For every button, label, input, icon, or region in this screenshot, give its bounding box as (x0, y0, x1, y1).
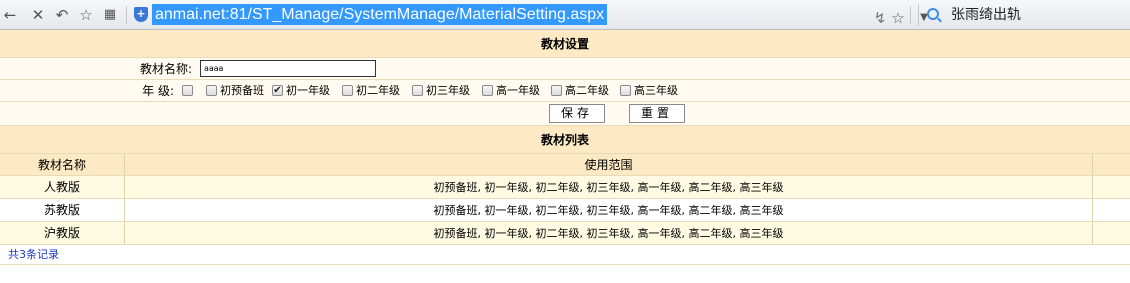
name-label: 教材名称: (139, 62, 192, 76)
bookmark-star-icon[interactable]: ☆ (888, 7, 908, 29)
url-text[interactable]: anmai.net:81/ST_Manage/SystemManage/Mate… (152, 4, 608, 25)
column-header-blank (1093, 154, 1130, 175)
grade-label-0: 初预备班 (220, 84, 264, 97)
row-scope: 初预备班, 初一年级, 初二年级, 初三年级, 高一年级, 高二年级, 高三年级 (125, 199, 1093, 221)
shield-icon: + (134, 7, 148, 22)
grade-label: 年 级: (142, 84, 174, 98)
material-name-input[interactable]: aaaa (200, 60, 376, 77)
reset-button[interactable]: 重置 (629, 104, 685, 123)
grade-checkbox-4[interactable] (482, 85, 493, 96)
undo-icon[interactable]: ↶ (52, 4, 72, 26)
page-content: 教材设置 教材名称: aaaa 年 级: 初预备班 ✔ 初一年级 初二年级 初三… (0, 30, 1130, 265)
grade-row: 年 级: 初预备班 ✔ 初一年级 初二年级 初三年级 高一年级 高二年级 高三年… (0, 80, 1130, 102)
back-icon[interactable]: ← (0, 4, 20, 26)
search-icon (927, 8, 939, 20)
table-header: 教材名称 使用范围 (0, 154, 1130, 176)
grade-checkbox-3[interactable] (412, 85, 423, 96)
settings-title: 教材设置 (0, 30, 1130, 58)
address-bar[interactable]: + anmai.net:81/ST_Manage/SystemManage/Ma… (132, 3, 862, 27)
grade-checkbox-6[interactable] (620, 85, 631, 96)
close-icon[interactable]: ✕ (28, 4, 48, 26)
select-all-checkbox[interactable] (182, 85, 193, 96)
grade-checkbox-5[interactable] (551, 85, 562, 96)
save-button[interactable]: 保存 (549, 104, 605, 123)
table-row[interactable]: 人教版 初预备班, 初一年级, 初二年级, 初三年级, 高一年级, 高二年级, … (0, 176, 1130, 199)
name-row: 教材名称: aaaa (0, 58, 1130, 80)
row-scope: 初预备班, 初一年级, 初二年级, 初三年级, 高一年级, 高二年级, 高三年级 (125, 222, 1093, 244)
lightning-icon[interactable]: ↯ (870, 7, 890, 29)
row-name: 人教版 (0, 176, 125, 198)
column-header-name: 教材名称 (0, 154, 125, 175)
grid-icon[interactable]: ▦ (100, 4, 120, 26)
grade-label-5: 高二年级 (565, 84, 609, 97)
grade-checkbox-1[interactable]: ✔ (272, 85, 283, 96)
browser-toolbar: ← ✕ ↶ ☆ ▦ + anmai.net:81/ST_Manage/Syste… (0, 0, 1130, 30)
row-name: 沪教版 (0, 222, 125, 244)
row-action (1093, 199, 1130, 221)
table-row[interactable]: 苏教版 初预备班, 初一年级, 初二年级, 初三年级, 高一年级, 高二年级, … (0, 199, 1130, 222)
row-action (1093, 222, 1130, 244)
row-scope: 初预备班, 初一年级, 初二年级, 初三年级, 高一年级, 高二年级, 高三年级 (125, 176, 1093, 198)
row-action (1093, 176, 1130, 198)
table-row[interactable]: 沪教版 初预备班, 初一年级, 初二年级, 初三年级, 高一年级, 高二年级, … (0, 222, 1130, 245)
grade-label-6: 高三年级 (634, 84, 678, 97)
column-header-scope: 使用范围 (125, 154, 1093, 175)
grade-label-2: 初二年级 (356, 84, 400, 97)
grade-checkbox-0[interactable] (206, 85, 217, 96)
search-box[interactable]: 张雨绮出轨 (918, 4, 1128, 26)
button-row: 保存 重置 (0, 102, 1130, 126)
row-name: 苏教版 (0, 199, 125, 221)
grade-label-3: 初三年级 (426, 84, 470, 97)
grade-label-4: 高一年级 (496, 84, 540, 97)
search-input[interactable]: 张雨绮出轨 (951, 5, 1021, 25)
star-icon[interactable]: ☆ (76, 4, 96, 26)
grade-label-1: 初一年级 (286, 84, 330, 97)
list-title: 教材列表 (0, 126, 1130, 154)
record-count: 共3条记录 (0, 245, 1130, 265)
grade-checkbox-2[interactable] (342, 85, 353, 96)
